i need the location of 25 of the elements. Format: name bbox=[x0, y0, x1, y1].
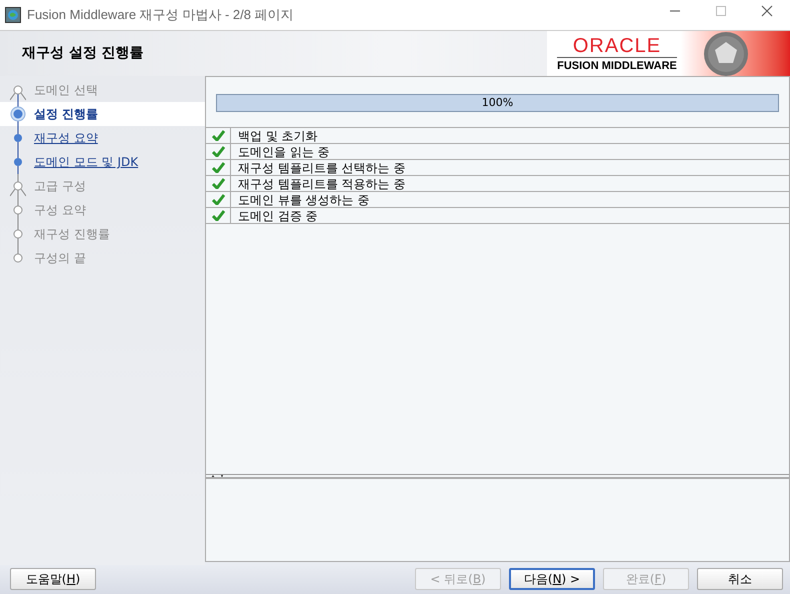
task-label: 도메인 검증 중 bbox=[237, 208, 318, 223]
task-label: 도메인 뷰를 생성하는 중 bbox=[237, 192, 370, 207]
window-title: Fusion Middleware 재구성 마법사 - 2/8 페이지 bbox=[27, 6, 294, 24]
step-item[interactable]: 설정 진행률 bbox=[0, 102, 205, 126]
step-item[interactable]: 고급 구성 bbox=[0, 174, 205, 198]
dialog-button[interactable]: 취소 bbox=[697, 568, 783, 590]
step-item[interactable]: 재구성 진행률 bbox=[0, 222, 205, 246]
dialog-button[interactable]: 도움말(H) bbox=[10, 568, 96, 590]
step-item[interactable]: 재구성 요약 bbox=[0, 126, 205, 150]
task-label: 백업 및 초기화 bbox=[237, 128, 318, 143]
step-node-icon bbox=[10, 102, 26, 126]
task-label: 재구성 템플리트를 선택하는 중 bbox=[237, 160, 406, 175]
step-node-icon bbox=[10, 174, 26, 198]
dialog-button[interactable]: 다음(N) > bbox=[509, 568, 595, 590]
page-title: 재구성 설정 진행률 bbox=[22, 44, 144, 63]
task-label: 재구성 템플리트를 적용하는 중 bbox=[237, 176, 406, 191]
step-item[interactable]: 구성의 끝 bbox=[0, 246, 205, 270]
app-icon bbox=[5, 7, 21, 23]
step-item[interactable]: 도메인 모드 및 JDK bbox=[0, 150, 205, 174]
progress-reading: 100% bbox=[480, 95, 514, 111]
step-item[interactable]: 구성 요약 bbox=[0, 198, 205, 222]
step-item[interactable]: 도메인 선택 bbox=[0, 78, 205, 102]
logo-text: ORACLE bbox=[572, 34, 662, 56]
logo-subtitle: FUSION MIDDLEWARE bbox=[557, 56, 677, 72]
task-label: 도메인을 읽는 중 bbox=[237, 144, 330, 159]
